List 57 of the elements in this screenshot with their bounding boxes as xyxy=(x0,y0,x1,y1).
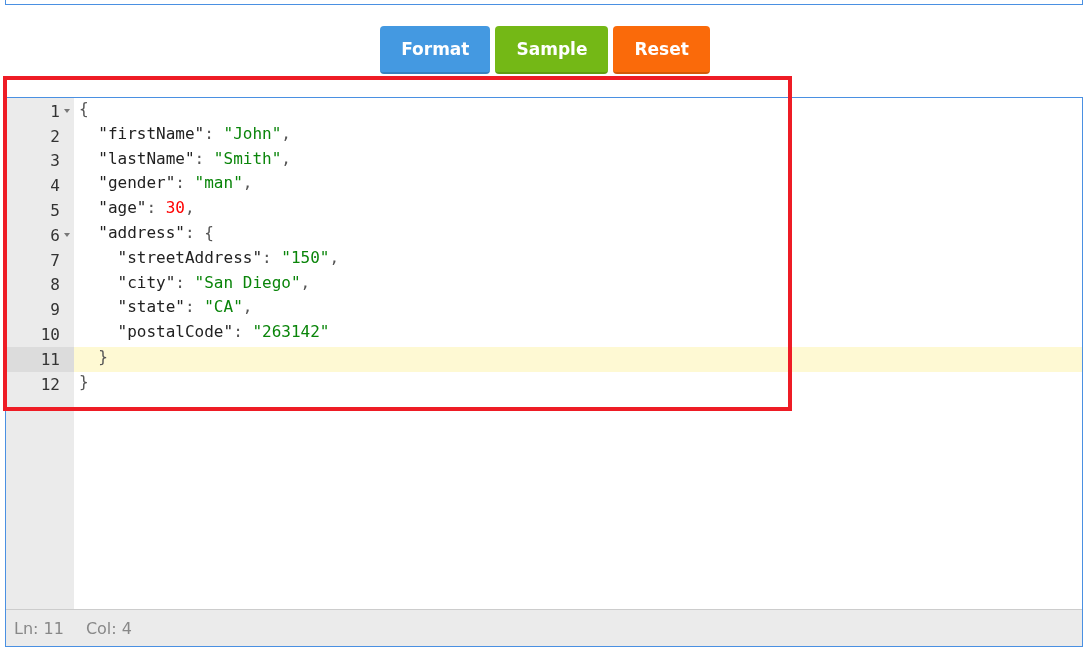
punctuation: { xyxy=(79,99,89,118)
json-key: "address" xyxy=(79,223,185,242)
punctuation: : xyxy=(175,173,186,193)
line-number: 1 xyxy=(50,101,60,121)
line-number: 9 xyxy=(50,300,60,320)
line-number: 3 xyxy=(50,151,60,171)
json-key: "postalCode" xyxy=(79,322,234,342)
punctuation: , xyxy=(184,198,195,218)
punctuation: : xyxy=(184,223,196,242)
json-key: "firstName" xyxy=(79,123,205,143)
punctuation: , xyxy=(300,272,311,292)
punctuation: , xyxy=(281,148,291,168)
json-key: "state" xyxy=(79,297,185,317)
punctuation: : xyxy=(184,297,196,317)
punctuation: , xyxy=(242,173,253,193)
punctuation: , xyxy=(242,297,253,317)
line-number: 7 xyxy=(50,250,60,270)
matched-bracket: { xyxy=(204,223,214,242)
string-value: "John" xyxy=(223,123,282,143)
line-number: 2 xyxy=(50,126,60,146)
cursor-column: Col: 4 xyxy=(85,618,132,638)
fold-caret-icon[interactable] xyxy=(63,232,71,239)
line-number: 4 xyxy=(50,176,60,196)
punctuation: , xyxy=(281,123,291,143)
line-number: 6 xyxy=(50,225,60,245)
string-value: "man" xyxy=(194,173,243,193)
punctuation: } xyxy=(79,371,89,391)
json-key: "lastName" xyxy=(79,148,195,168)
json-key: "age" xyxy=(79,198,147,218)
action-button[interactable]: Reset xyxy=(613,26,710,74)
action-button[interactable]: Format xyxy=(380,26,491,74)
punctuation: : xyxy=(233,322,244,342)
punctuation: : xyxy=(175,272,186,292)
fold-caret-icon[interactable] xyxy=(63,108,71,115)
punctuation: : xyxy=(194,148,206,168)
line-number: 11 xyxy=(40,349,60,369)
line-number: 5 xyxy=(50,201,60,221)
punctuation: : xyxy=(262,247,273,267)
string-value: "CA" xyxy=(204,297,243,317)
line-number: 12 xyxy=(40,374,60,394)
json-key: "city" xyxy=(79,272,176,292)
json-key: "streetAddress" xyxy=(79,247,263,267)
action-button[interactable]: Sample xyxy=(495,26,609,74)
string-value: "263142" xyxy=(252,322,330,342)
line-number: 10 xyxy=(40,325,60,345)
string-value: "150" xyxy=(281,247,330,267)
string-value: "San Diego" xyxy=(194,272,301,292)
json-key: "gender" xyxy=(79,173,176,193)
punctuation: : xyxy=(146,198,158,218)
cursor-line: Ln: 11 xyxy=(14,618,64,638)
string-value: "Smith" xyxy=(213,148,282,168)
line-number: 8 xyxy=(50,275,60,295)
number-value: 30 xyxy=(165,198,185,218)
code-editor[interactable] xyxy=(5,97,1083,647)
punctuation: : xyxy=(204,123,215,143)
matched-bracket: } xyxy=(97,346,108,366)
punctuation: , xyxy=(329,247,340,267)
